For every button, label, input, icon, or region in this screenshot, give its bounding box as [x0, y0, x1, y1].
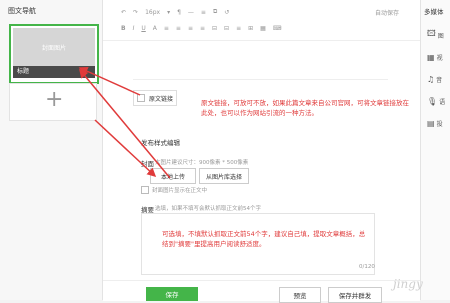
original-link-checkbox[interactable]: 原文链接 — [133, 90, 177, 106]
undo-icon[interactable]: ↶ — [121, 9, 126, 16]
checkbox-icon[interactable] — [141, 186, 149, 194]
outdent-icon[interactable]: ⊟ — [224, 25, 229, 32]
save-and-send-button[interactable]: 保存并群发 — [328, 287, 382, 303]
indent-icon[interactable]: ⊟ — [212, 25, 217, 32]
abstract-textarea[interactable]: 可选填，不填默认抓取正文前54个字，建议自己填，提取文章概括，总结到"摘要"里提… — [141, 213, 375, 275]
italic-icon[interactable]: I — [133, 25, 135, 32]
multimedia-panel: 多媒体 🖾 图 ▦ 视 ♫ 音 🎙 语 ▤ 投 — [420, 0, 450, 300]
insert-music-item[interactable]: ♫ 音 — [427, 72, 450, 86]
article-navigation-sidebar: 图文导航 封面图片 标题 + — [0, 0, 103, 300]
insert-image-label: 图 — [437, 32, 444, 40]
plus-icon: + — [45, 87, 64, 112]
cover-label: 封面 — [141, 160, 154, 168]
choose-from-library-button[interactable]: 从图片库选择 — [199, 168, 249, 184]
table-icon[interactable]: ⊞ — [248, 25, 253, 32]
abstract-annotation: 可选填，不填默认抓取正文前54个字，建议自己填，提取文章概括，总结到"摘要"里提… — [162, 230, 366, 248]
copy-format-icon[interactable]: ⧉ — [213, 8, 217, 16]
cover-title-label: 标题 — [13, 66, 95, 78]
grid-icon[interactable]: ▦ — [260, 25, 266, 32]
save-button[interactable]: 保存 — [146, 287, 198, 301]
music-icon: ♫ — [427, 74, 435, 84]
insert-image-item[interactable]: 🖾 图 — [427, 28, 450, 42]
clear-format-icon[interactable]: ↺ — [224, 9, 229, 16]
chevron-down-icon[interactable]: ▾ — [167, 9, 170, 16]
autosave-toggle[interactable]: 自动保存 — [375, 8, 399, 17]
bottom-action-bar: 保存 预览 保存并群发 — [103, 280, 420, 303]
insert-vote-label: 投 — [436, 120, 443, 128]
image-icon: 🖾 — [427, 29, 436, 38]
original-link-annotation: 原文链接，可放可不放，如果此篇文章来自公司官网，可将文章链接放在此处，也可以作为… — [201, 99, 409, 117]
multimedia-title: 多媒体 — [424, 8, 444, 16]
insert-video-item[interactable]: ▦ 视 — [427, 50, 450, 64]
horizontal-rule-icon[interactable]: — — [188, 9, 194, 16]
video-icon: ▦ — [427, 52, 435, 62]
insert-video-label: 视 — [436, 54, 443, 62]
abstract-hint: 选填，如果不填写会默认抓取正文前54个字 — [155, 206, 261, 212]
align-left-icon[interactable]: ≡ — [164, 25, 169, 32]
toolbar-divider — [103, 40, 420, 41]
align-right-icon[interactable]: ≡ — [188, 25, 193, 32]
preview-button[interactable]: 预览 — [279, 287, 321, 303]
add-article-button[interactable]: + — [9, 83, 97, 121]
microphone-icon: 🎙 — [427, 96, 438, 106]
cover-show-option[interactable]: 封面图片显示在正文中 — [141, 186, 207, 194]
vote-icon: ▤ — [427, 118, 435, 128]
bold-icon[interactable]: B — [121, 25, 126, 32]
underline-icon[interactable]: U — [141, 25, 145, 32]
sidebar-title: 图文导航 — [8, 7, 36, 15]
paragraph-icon[interactable]: ¶ — [177, 9, 181, 16]
cover-image-placeholder: 封面图片 — [13, 28, 95, 66]
insert-music-label: 音 — [436, 76, 443, 84]
list-icon[interactable]: ≡ — [236, 25, 241, 32]
align-justify-icon[interactable]: ≡ — [200, 25, 205, 32]
upload-local-button[interactable]: 本地上传 — [150, 168, 196, 184]
content-divider — [133, 79, 388, 80]
editor-toolbar-top: ↶ ↷ 16px ▾ ¶ — ≡ ⧉ ↺ — [121, 6, 229, 18]
keyboard-icon[interactable]: ⌨ — [273, 25, 282, 32]
article-cover-card[interactable]: 封面图片 标题 — [9, 24, 99, 84]
editor-toolbar-format: B I U A ≡ ≡ ≡ ≡ ⊟ ⊟ ≡ ⊞ ▦ ⌨ — [121, 22, 281, 34]
checkbox-icon[interactable] — [137, 94, 145, 102]
align-center-icon[interactable]: ≡ — [176, 25, 181, 32]
cover-size-hint: 大图片建议尺寸：900像素 * 500像素 — [155, 160, 249, 166]
abstract-char-count: 0/120 — [359, 264, 375, 270]
insert-voice-label: 语 — [439, 98, 446, 106]
publish-style-heading: 发布样式编辑 — [141, 139, 180, 147]
line-spacing-icon[interactable]: ≡ — [201, 9, 206, 16]
font-color-icon[interactable]: A — [153, 25, 157, 32]
cover-show-label: 封面图片显示在正文中 — [152, 188, 208, 194]
editor-panel: ↶ ↷ 16px ▾ ¶ — ≡ ⧉ ↺ 自动保存 B I U A ≡ ≡ ≡ … — [103, 0, 420, 300]
watermark: jingy — [393, 277, 423, 291]
insert-voice-item[interactable]: 🎙 语 — [427, 94, 450, 108]
redo-icon[interactable]: ↷ — [133, 9, 138, 16]
font-size-select[interactable]: 16px — [145, 9, 160, 16]
original-link-label: 原文链接 — [149, 95, 174, 103]
insert-vote-item[interactable]: ▤ 投 — [427, 116, 450, 130]
